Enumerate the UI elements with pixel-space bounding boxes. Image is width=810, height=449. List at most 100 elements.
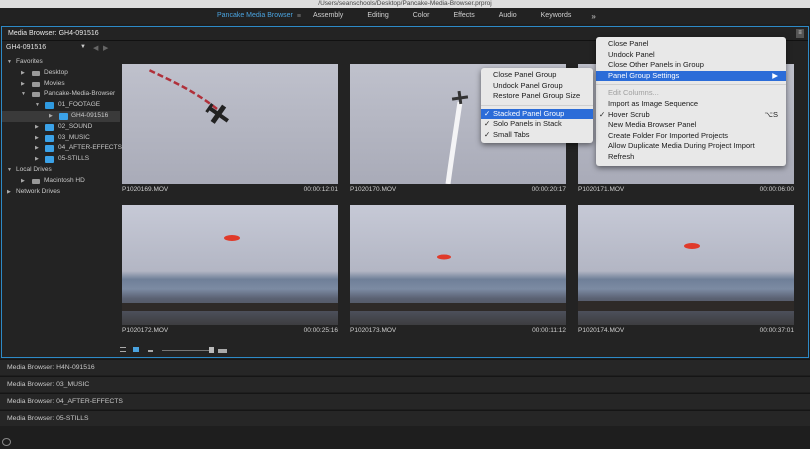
folder-icon — [45, 123, 54, 131]
zoom-slider[interactable] — [162, 350, 214, 351]
workspace-tab-effects[interactable]: Effects — [441, 8, 486, 24]
clip-duration: 00:00:11:12 — [532, 327, 566, 334]
expand-right-icon[interactable]: ▶ — [21, 68, 25, 79]
menu-solo-panels[interactable]: ✓ Solo Panels in Stack — [481, 119, 593, 130]
clip-thumbnail[interactable]: P1020173.MOV 00:00:11:12 — [348, 203, 566, 336]
clip-name: P1020173.MOV — [350, 327, 397, 334]
expand-right-icon[interactable]: ▶ — [7, 187, 11, 198]
expand-down-icon[interactable]: ▼ — [21, 89, 26, 100]
panel-menu-icon[interactable]: ≡ — [796, 29, 804, 38]
expand-right-icon[interactable]: ▶ — [35, 122, 39, 133]
zoom-out-icon[interactable] — [148, 350, 153, 352]
clip-preview-image — [578, 205, 794, 325]
menu-stacked-panel-group[interactable]: ✓ Stacked Panel Group — [481, 108, 593, 120]
expand-right-icon[interactable]: ▶ — [35, 143, 39, 154]
menu-label: Small Tabs — [493, 129, 530, 139]
tree-music[interactable]: ▶ 03_MUSIC — [2, 133, 120, 144]
folder-icon — [59, 112, 68, 120]
tree-network-drives[interactable]: ▶ Network Drives — [2, 187, 120, 198]
menu-label: Panel Group Settings — [608, 70, 680, 80]
panel-group-submenu: Close Panel Group Undock Panel Group Res… — [481, 68, 593, 143]
menu-allow-duplicate[interactable]: Allow Duplicate Media During Project Imp… — [596, 141, 786, 152]
tree-favorites[interactable]: ▼ Favorites — [2, 57, 120, 68]
clip-thumbnail[interactable]: P1020172.MOV 00:00:25:16 — [120, 203, 338, 336]
drive-icon — [32, 81, 40, 87]
clip-name: P1020169.MOV — [122, 186, 169, 193]
tree-sound[interactable]: ▶ 02_SOUND — [2, 122, 120, 133]
clip-preview-image — [122, 64, 338, 184]
tree-stills[interactable]: ▶ 05-STILLS — [2, 154, 120, 165]
submenu-arrow-icon: ▶ — [772, 70, 778, 80]
menu-label: Stacked Panel Group — [493, 108, 565, 118]
menu-close-panel-group[interactable]: Close Panel Group — [481, 70, 593, 81]
clip-thumbnail[interactable]: P1020174.MOV 00:00:37:01 — [576, 203, 794, 336]
folder-icon — [45, 134, 54, 142]
menu-label: Solo Panels in Stack — [493, 119, 562, 129]
expand-right-icon[interactable]: ▶ — [35, 154, 39, 165]
expand-down-icon[interactable]: ▼ — [35, 100, 40, 111]
expand-right-icon[interactable]: ▶ — [49, 111, 53, 122]
stacked-panel-after-effects[interactable]: Media Browser: 04_AFTER-EFFECTS — [0, 393, 810, 409]
forward-icon[interactable]: ▶ — [103, 44, 108, 52]
tree-gh4[interactable]: ▶ GH4-091516 — [2, 110, 120, 122]
panel-bottom-bar — [2, 343, 808, 357]
expand-right-icon[interactable]: ▶ — [35, 133, 39, 144]
stacked-panel-music[interactable]: Media Browser: 03_MUSIC — [0, 376, 810, 392]
zoom-slider-handle[interactable] — [209, 347, 214, 353]
menu-undock-panel[interactable]: Undock Panel — [596, 50, 786, 61]
checkmark-icon: ✓ — [599, 109, 606, 119]
drive-icon — [32, 92, 40, 98]
menu-create-folder[interactable]: Create Folder For Imported Projects — [596, 131, 786, 142]
checkmark-icon: ✓ — [484, 108, 491, 118]
tree-movies[interactable]: ▶ Movies — [2, 79, 120, 90]
menu-separator — [596, 84, 786, 86]
location-dropdown[interactable]: GH4-091516 ▼ — [6, 44, 86, 54]
menu-undock-panel-group[interactable]: Undock Panel Group — [481, 81, 593, 92]
menu-new-media-browser[interactable]: New Media Browser Panel — [596, 120, 786, 131]
expand-down-icon[interactable]: ▼ — [7, 165, 12, 176]
workspace-tab-audio[interactable]: Audio — [487, 8, 529, 24]
menu-import-image-sequence[interactable]: Import as Image Sequence — [596, 99, 786, 110]
chevron-down-icon: ▼ — [80, 44, 86, 50]
workspace-tab-pancake[interactable]: Pancake Media Browser — [205, 8, 305, 24]
clip-thumbnail[interactable]: P1020169.MOV 00:00:12:01 — [120, 62, 338, 195]
icon-view-icon[interactable] — [133, 347, 139, 352]
menu-label: Hover Scrub — [608, 109, 650, 119]
menu-restore-panel-group-size[interactable]: Restore Panel Group Size — [481, 91, 593, 102]
zoom-in-icon[interactable] — [218, 349, 227, 353]
stacked-panel-stills[interactable]: Media Browser: 05-STILLS — [0, 410, 810, 426]
list-view-icon[interactable] — [120, 347, 126, 352]
menu-edit-columns: Edit Columns... — [608, 88, 659, 98]
clip-preview-image — [122, 205, 338, 325]
workspace-tab-keywords[interactable]: Keywords — [529, 8, 584, 24]
tree-footage[interactable]: ▼ 01_FOOTAGE — [2, 100, 120, 111]
tree-after-effects[interactable]: ▶ 04_AFTER-EFFECTS — [2, 143, 122, 154]
location-row: GH4-091516 ▼ ◀ ▶ — [2, 42, 120, 56]
folder-tree: ▼ Favorites ▶ Desktop ▶ Movies ▼ Pancake… — [2, 57, 122, 198]
stacked-panel-h4n[interactable]: Media Browser: H4N-091516 — [0, 359, 810, 375]
tree-local-drives[interactable]: ▼ Local Drives — [2, 165, 120, 176]
menu-panel-group-settings[interactable]: Panel Group Settings ▶ — [596, 70, 786, 82]
workspace-tab-editing[interactable]: Editing — [355, 8, 400, 24]
status-icon[interactable] — [2, 438, 11, 446]
menu-close-panel[interactable]: Close Panel — [596, 39, 786, 50]
menu-close-other-panels[interactable]: Close Other Panels in Group — [596, 60, 786, 71]
menu-hover-scrub[interactable]: ✓ Hover Scrub ⌥S — [596, 110, 786, 121]
expand-down-icon[interactable]: ▼ — [7, 57, 12, 68]
clip-duration: 00:00:12:01 — [303, 186, 338, 193]
workspace-tab-color[interactable]: Color — [401, 8, 442, 24]
tree-macintosh[interactable]: ▶ Macintosh HD — [2, 176, 120, 187]
clip-duration: 00:00:25:16 — [303, 327, 338, 334]
menu-small-tabs[interactable]: ✓ Small Tabs — [481, 130, 593, 141]
workspace-overflow-icon[interactable]: » — [591, 12, 595, 21]
workspace-tab-assembly[interactable]: Assembly — [301, 8, 355, 24]
workspaces-bar: Pancake Media Browser ≡ Assembly Editing… — [0, 8, 810, 24]
expand-right-icon[interactable]: ▶ — [21, 79, 25, 90]
back-icon[interactable]: ◀ — [93, 44, 98, 52]
tree-desktop[interactable]: ▶ Desktop — [2, 68, 120, 79]
menu-refresh[interactable]: Refresh — [596, 152, 786, 163]
drive-icon — [32, 178, 40, 184]
tree-pancake[interactable]: ▼ Pancake-Media-Browser — [2, 89, 120, 100]
expand-right-icon[interactable]: ▶ — [21, 176, 25, 187]
panel-title[interactable]: Media Browser: GH4-091516 — [8, 30, 99, 37]
